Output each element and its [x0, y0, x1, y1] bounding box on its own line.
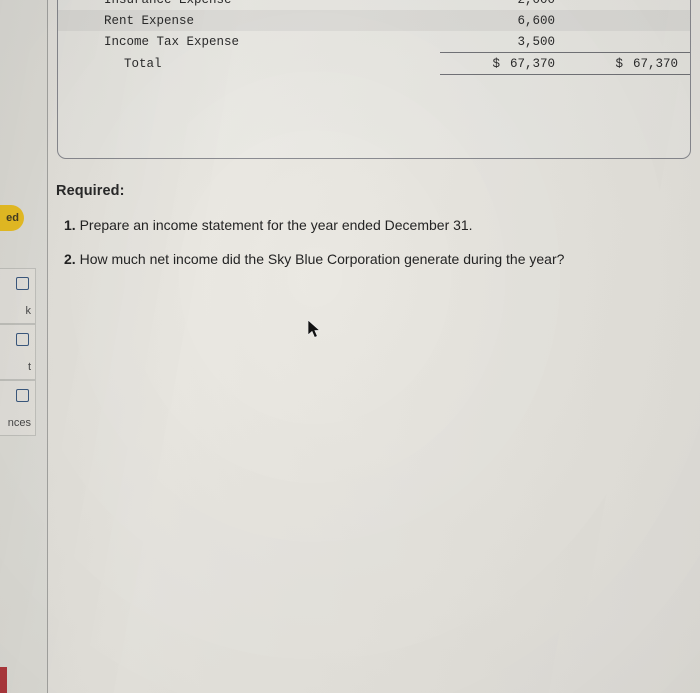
rail-item-label: t [27, 361, 31, 373]
trial-balance-card: Rent Revenue360Salaries and Wages Expens… [57, 0, 691, 159]
left-toolbar-rail: ed k t nces [0, 0, 48, 693]
credit-amount [564, 10, 690, 31]
credit-amount [565, 0, 690, 10]
required-item-2-number: 2. [64, 251, 76, 267]
rail-item-label: k [25, 305, 32, 317]
total-credit: $67,370 [564, 52, 690, 75]
debit-amount: 2,000 [440, 0, 565, 10]
required-item-1-number: 1. [64, 217, 76, 233]
required-heading: Required: [56, 183, 125, 199]
debit-amount: 3,500 [517, 34, 555, 49]
table-row: Income Tax Expense 3,500 [58, 31, 690, 53]
required-item-1: 1. Prepare an income statement for the y… [56, 217, 696, 233]
rail-item-print[interactable]: t [0, 324, 36, 380]
required-item-2-text: How much net income did the Sky Blue Cor… [79, 251, 565, 267]
rail-item-references[interactable]: nces [0, 380, 36, 436]
status-badge: ed [0, 205, 24, 231]
table-row: Rent Expense 6,600 [58, 10, 690, 31]
account-name: Insurance Expense [58, 0, 440, 10]
debit-amount: 6,600 [439, 10, 565, 31]
account-name: Rent Expense [58, 10, 440, 31]
required-item-2: 2. How much net income did the Sky Blue … [56, 251, 696, 267]
bottom-left-accent [0, 667, 7, 693]
trial-balance-table: Rent Revenue360Salaries and Wages Expens… [58, 0, 690, 75]
rail-item-label: nces [7, 417, 31, 429]
total-debit: $67,370 [439, 52, 565, 75]
account-name: Income Tax Expense [104, 34, 240, 49]
required-item-1-text: Prepare an income statement for the year… [79, 217, 473, 233]
print-icon [16, 333, 29, 346]
table-row: Insurance Expense2,000 [58, 0, 690, 10]
references-icon [16, 389, 29, 402]
total-label: Total [124, 56, 162, 71]
required-section: Required: 1. Prepare an income statement… [56, 183, 696, 267]
bookmark-icon [16, 277, 29, 290]
table-row-total: Total $67,370 $67,370 [58, 52, 690, 75]
main-content: Rent Revenue360Salaries and Wages Expens… [48, 0, 700, 693]
credit-amount [565, 31, 690, 53]
rail-item-bookmark[interactable]: k [0, 268, 36, 324]
